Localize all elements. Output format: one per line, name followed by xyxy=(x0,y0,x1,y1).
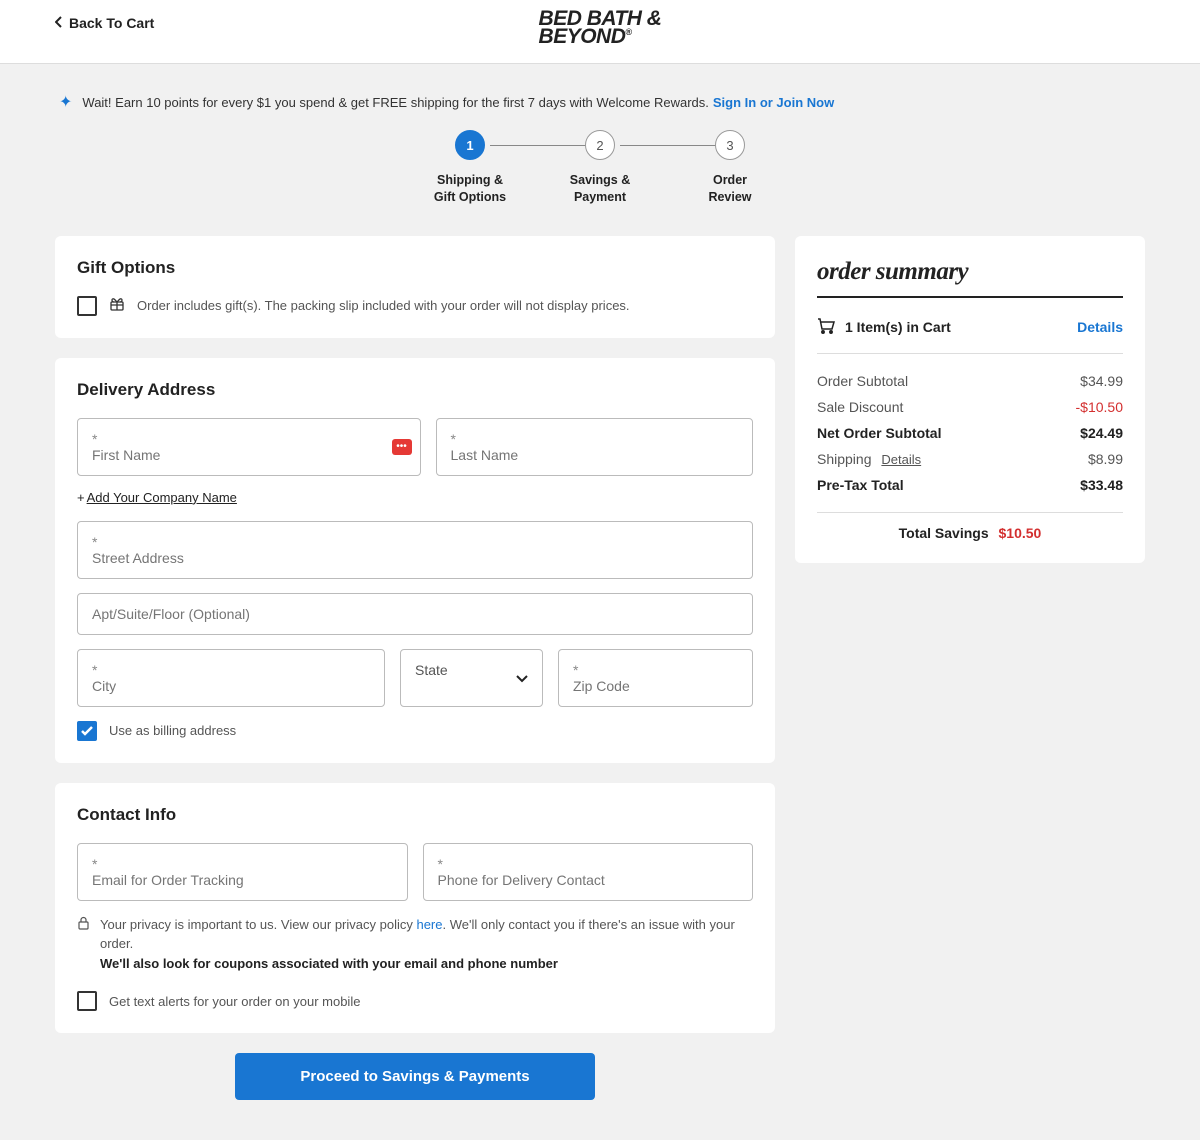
step-shipping: 1 Shipping & Gift Options xyxy=(405,130,535,206)
street-input[interactable]: * xyxy=(77,521,753,579)
state-select[interactable]: State xyxy=(400,649,543,707)
total-savings: Total Savings $10.50 xyxy=(817,525,1123,541)
billing-label: Use as billing address xyxy=(109,723,236,738)
checkout-stepper: 1 Shipping & Gift Options 2 Savings & Pa… xyxy=(320,130,880,206)
gift-icon xyxy=(109,296,125,316)
subtotal-line: Order Subtotal $34.99 xyxy=(817,368,1123,394)
last-name-input[interactable]: * xyxy=(436,418,754,476)
zip-input[interactable]: * xyxy=(558,649,753,707)
details-link[interactable]: Details xyxy=(1077,319,1123,335)
gift-text: Order includes gift(s). The packing slip… xyxy=(137,298,630,313)
items-count: 1 Item(s) in Cart xyxy=(845,319,951,335)
order-summary-card: order summary 1 Item(s) in Cart Details … xyxy=(795,236,1145,563)
text-alerts-checkbox[interactable] xyxy=(77,991,97,1011)
proceed-button[interactable]: Proceed to Savings & Payments xyxy=(235,1053,595,1100)
back-to-cart-link[interactable]: Back To Cart xyxy=(55,15,154,31)
autofill-icon[interactable]: ••• xyxy=(392,439,412,455)
net-subtotal-line: Net Order Subtotal $24.49 xyxy=(817,420,1123,446)
back-label: Back To Cart xyxy=(69,15,154,31)
privacy-link[interactable]: here xyxy=(416,917,442,932)
shipping-line: Shipping Details $8.99 xyxy=(817,446,1123,472)
first-name-input[interactable]: * ••• xyxy=(77,418,421,476)
email-input[interactable]: * xyxy=(77,843,408,901)
chevron-down-icon xyxy=(516,670,528,686)
summary-heading: order summary xyxy=(817,258,1123,286)
billing-checkbox[interactable] xyxy=(77,721,97,741)
discount-line: Sale Discount -$10.50 xyxy=(817,394,1123,420)
gift-options-card: Gift Options Order includes gift(s). The… xyxy=(55,236,775,338)
apt-input[interactable] xyxy=(77,593,753,635)
delivery-address-card: Delivery Address * ••• * +Add Your Compa… xyxy=(55,358,775,763)
pretax-line: Pre-Tax Total $33.48 xyxy=(817,472,1123,498)
rewards-banner: ✦ Wait! Earn 10 points for every $1 you … xyxy=(55,92,1145,112)
city-input[interactable]: * xyxy=(77,649,385,707)
step-review: 3 Order Review xyxy=(665,130,795,206)
sparkle-icon: ✦ xyxy=(59,92,72,112)
lock-icon xyxy=(77,916,90,974)
gift-checkbox[interactable] xyxy=(77,296,97,316)
delivery-heading: Delivery Address xyxy=(77,380,753,400)
chevron-left-icon xyxy=(55,15,63,31)
contact-info-card: Contact Info * * Your privacy is importa… xyxy=(55,783,775,1034)
signin-link[interactable]: Sign In or Join Now xyxy=(713,95,834,110)
alerts-label: Get text alerts for your order on your m… xyxy=(109,994,360,1009)
cart-icon xyxy=(817,318,835,337)
contact-heading: Contact Info xyxy=(77,805,753,825)
banner-text: Wait! Earn 10 points for every $1 you sp… xyxy=(82,95,708,110)
add-company-link[interactable]: +Add Your Company Name xyxy=(77,490,753,505)
phone-input[interactable]: * xyxy=(423,843,754,901)
header: Back To Cart BED BATH & BEYOND® xyxy=(0,0,1200,64)
step-payment: 2 Savings & Payment xyxy=(535,130,665,206)
privacy-notice: Your privacy is important to us. View ou… xyxy=(77,915,753,974)
shipping-details-link[interactable]: Details xyxy=(881,452,921,467)
gift-heading: Gift Options xyxy=(77,258,753,278)
brand-logo: BED BATH & BEYOND® xyxy=(539,10,662,46)
